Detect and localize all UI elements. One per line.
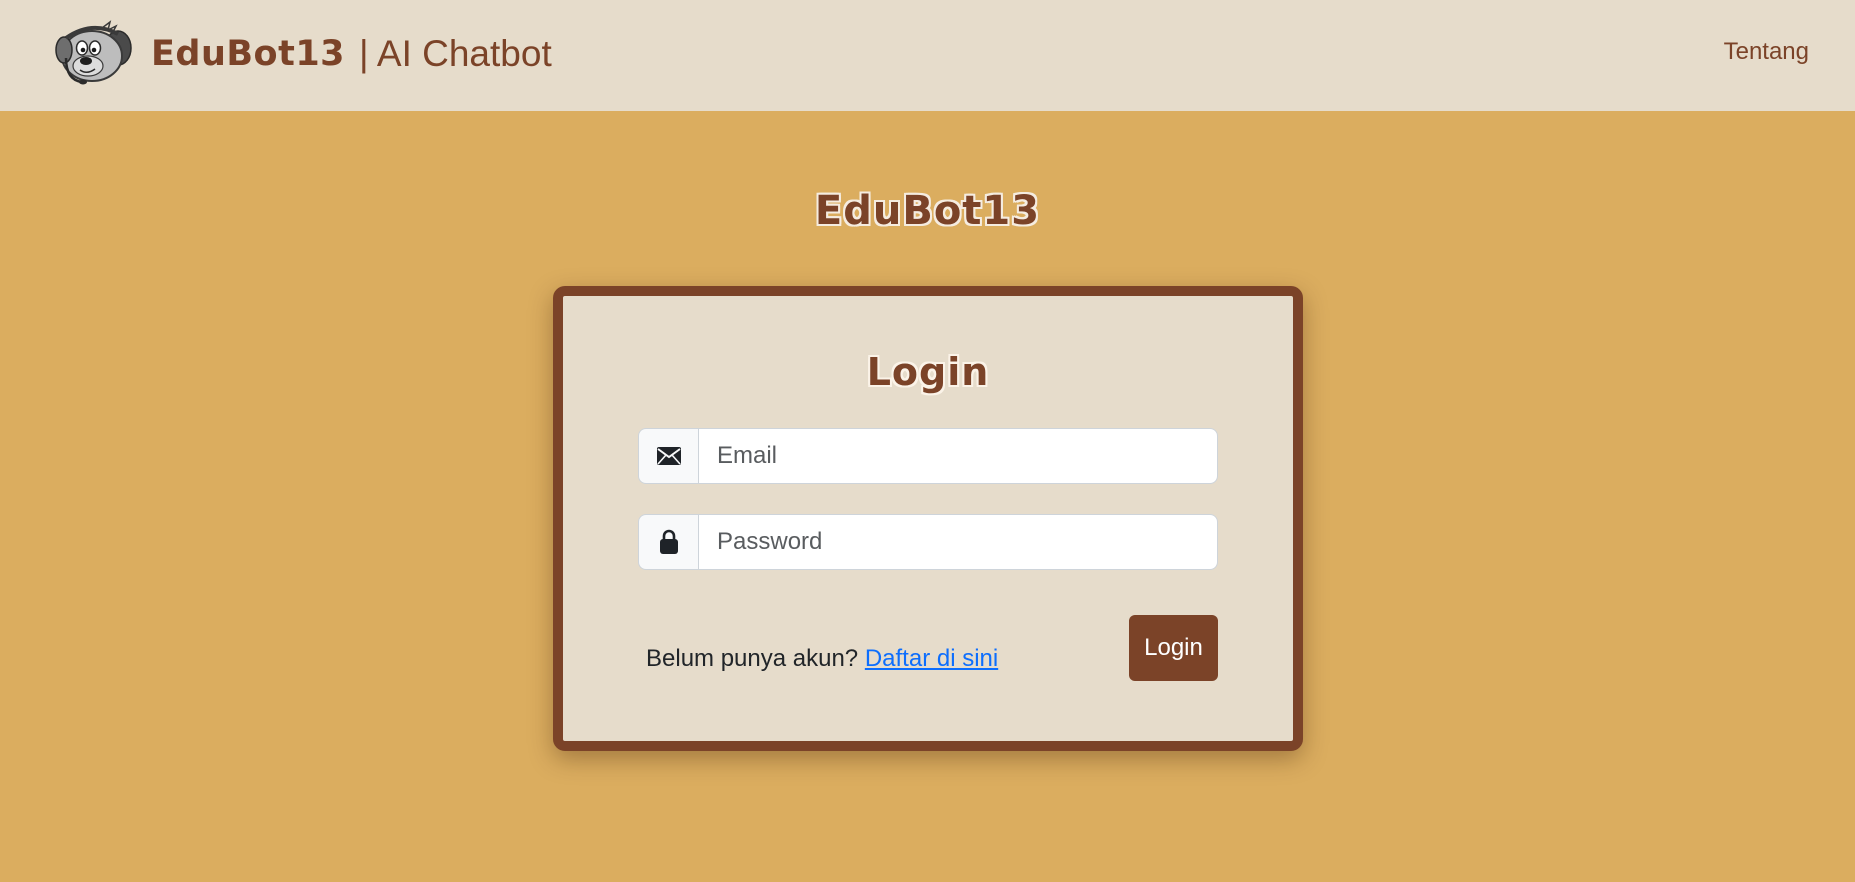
- register-link[interactable]: Daftar di sini: [865, 645, 998, 672]
- page-title: EduBot13: [814, 188, 1041, 234]
- login-button[interactable]: Login: [1129, 615, 1218, 681]
- login-card: Login Belum punya akun? Daftar di sini L…: [553, 286, 1303, 751]
- email-addon: [638, 428, 698, 484]
- register-prompt: Belum punya akun? Daftar di sini: [646, 645, 998, 673]
- lock-icon: [659, 529, 678, 554]
- password-addon: [638, 514, 698, 570]
- dog-mascot-logo-icon: [55, 20, 132, 85]
- navbar: EduBot13 | AI Chatbot Tentang: [0, 0, 1855, 111]
- envelope-icon: [656, 447, 681, 465]
- register-prompt-text: Belum punya akun?: [646, 645, 859, 672]
- email-field[interactable]: [698, 428, 1218, 484]
- password-field[interactable]: [698, 514, 1218, 570]
- email-input-group: [638, 428, 1218, 484]
- password-input-group: [638, 514, 1218, 570]
- brand-name: EduBot13: [151, 34, 346, 74]
- login-card-title: Login: [866, 350, 990, 394]
- navbar-brand[interactable]: EduBot13 | AI Chatbot: [52, 18, 552, 90]
- nav-link-about[interactable]: Tentang: [1724, 38, 1809, 66]
- brand-subtitle: | AI Chatbot: [359, 33, 552, 74]
